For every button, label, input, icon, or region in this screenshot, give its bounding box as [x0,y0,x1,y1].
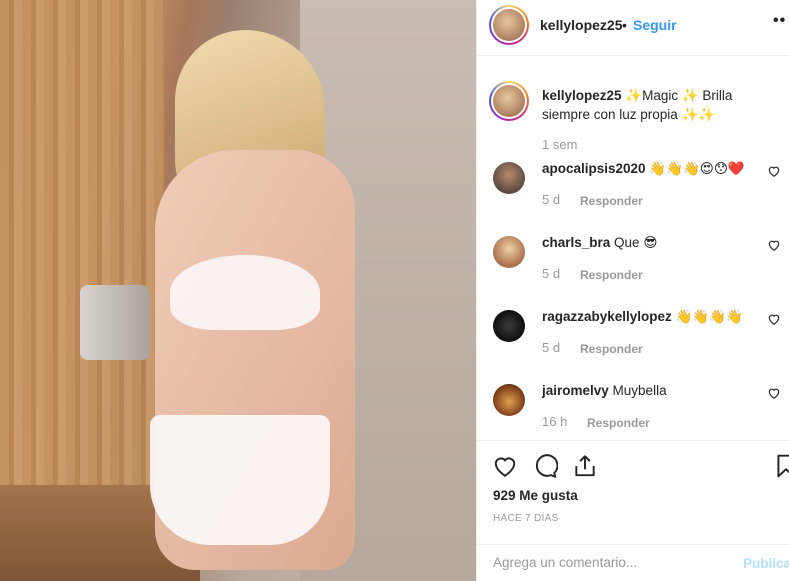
commenter-avatar[interactable] [493,384,525,416]
reply-button[interactable]: Responder [587,416,650,430]
caption-avatar[interactable] [489,81,529,121]
comment-time: 5 d [542,192,561,207]
reply-button[interactable]: Responder [580,268,643,282]
comments-list[interactable]: kellylopez25 ✨Magic ✨ Brilla siempre con… [477,57,789,440]
like-comment-heart-icon[interactable] [767,164,781,178]
reply-button[interactable]: Responder [580,342,643,356]
commenter-avatar[interactable] [493,236,525,268]
post-side-panel: kellylopez25 • Seguir •• kellylopez25 ✨M… [476,0,789,581]
post-view: kellylopez25 • Seguir •• kellylopez25 ✨M… [0,0,789,581]
post-photo[interactable] [0,0,476,581]
comment-item: apocalipsis2020 👋👋👋😍😯❤️ 5 d Responder [477,160,789,234]
caption-time: 1 sem [542,137,578,152]
bookmark-icon[interactable] [773,453,789,479]
comment-text: ragazzabykellylopez 👋👋👋👋 [542,309,743,324]
reply-button[interactable]: Responder [580,194,643,208]
likes-count[interactable]: 929 Me gusta [493,488,578,503]
author-username[interactable]: kellylopez25 [540,17,623,33]
author-avatar[interactable] [489,5,529,45]
comment-text: charls_bra Que 😎 [542,235,658,250]
photo-figure [80,30,355,581]
add-comment-bar: Publicar [477,544,789,581]
comment-time: 5 d [542,340,561,355]
commenter-avatar[interactable] [493,310,525,342]
comment-item: charls_bra Que 😎 5 d Responder [477,234,789,308]
caption-username[interactable]: kellylopez25 [542,88,622,103]
comment-username[interactable]: charls_bra [542,235,610,250]
more-options-icon[interactable]: •• [773,12,786,30]
separator-dot: • [622,17,627,33]
comment-time: 5 d [542,266,561,281]
comment-text: jairomelvy Muybella [542,383,667,398]
follow-button[interactable]: Seguir [633,17,677,33]
post-header: kellylopez25 • Seguir •• [477,0,789,56]
post-date: HACE 7 DÍAS [493,513,559,524]
comment-username[interactable]: jairomelvy [542,383,609,398]
comment-time: 16 h [542,414,568,429]
comment-input[interactable] [493,555,723,570]
comment-username[interactable]: apocalipsis2020 [542,161,646,176]
like-comment-heart-icon[interactable] [767,386,781,400]
comment-username[interactable]: ragazzabykellylopez [542,309,672,324]
like-comment-heart-icon[interactable] [767,312,781,326]
comment-item: jairomelvy Muybella 16 h Responder [477,382,789,440]
comment-icon[interactable] [532,453,558,479]
heart-icon[interactable] [492,453,518,479]
post-actions: 929 Me gusta HACE 7 DÍAS [477,440,789,544]
commenter-avatar[interactable] [493,162,525,194]
caption-text: kellylopez25 ✨Magic ✨ Brilla siempre con… [542,88,733,122]
comment-text: apocalipsis2020 👋👋👋😍😯❤️ [542,161,745,176]
publish-button[interactable]: Publicar [743,556,789,571]
like-comment-heart-icon[interactable] [767,238,781,252]
comment-item: ragazzabykellylopez 👋👋👋👋 5 d Responder [477,308,789,382]
share-icon[interactable] [572,453,598,479]
